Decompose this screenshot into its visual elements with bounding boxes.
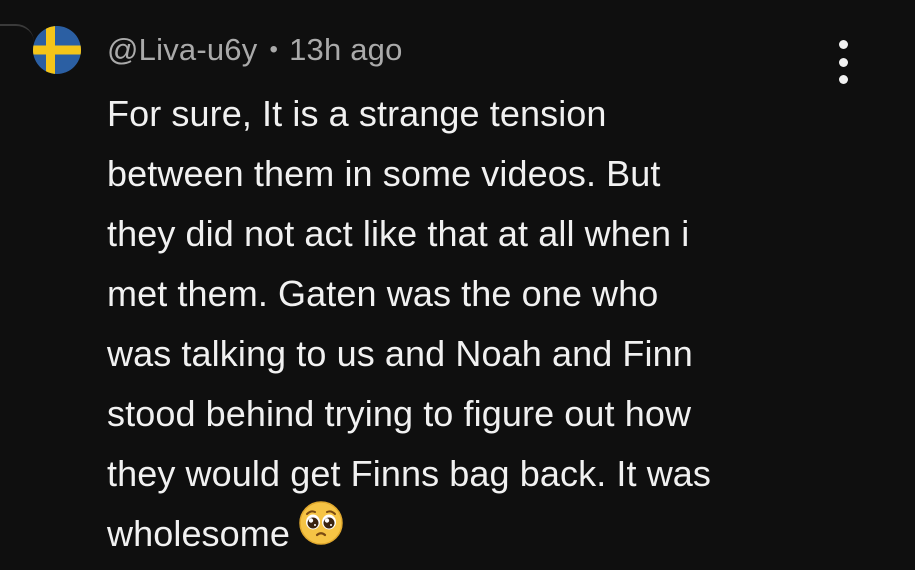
comment-last-line: wholesome <box>107 501 847 564</box>
comment-line: For sure, It is a strange tension <box>107 93 607 134</box>
comment-line: was talking to us and Noah and Finn <box>107 333 693 374</box>
more-options-button[interactable] <box>828 40 858 84</box>
more-vertical-icon <box>838 75 848 84</box>
more-vertical-icon <box>838 40 848 49</box>
comment-header: @Liva-u6y • 13h ago <box>107 30 403 70</box>
sweden-flag-icon <box>33 26 81 74</box>
comment-line: they would get Finns bag back. It was <box>107 453 712 494</box>
comment-timestamp: 13h ago <box>289 32 403 67</box>
comment-line-text: wholesome <box>107 513 290 554</box>
comment-line: they did not act like that at all when i <box>107 213 690 254</box>
comment-line: between them in some videos. But <box>107 153 661 194</box>
comment-line: met them. Gaten was the one who <box>107 273 659 314</box>
pleading-face-emoji-icon <box>298 500 344 564</box>
reply-thread-connector <box>0 24 34 48</box>
more-vertical-icon <box>838 57 848 67</box>
meta-separator: • <box>269 36 279 63</box>
comment-body: For sure, It is a strange tension betwee… <box>107 84 847 564</box>
comment-line: stood behind trying to figure out how <box>107 393 692 434</box>
avatar[interactable] <box>33 26 81 74</box>
author-handle[interactable]: @Liva-u6y <box>107 32 257 68</box>
